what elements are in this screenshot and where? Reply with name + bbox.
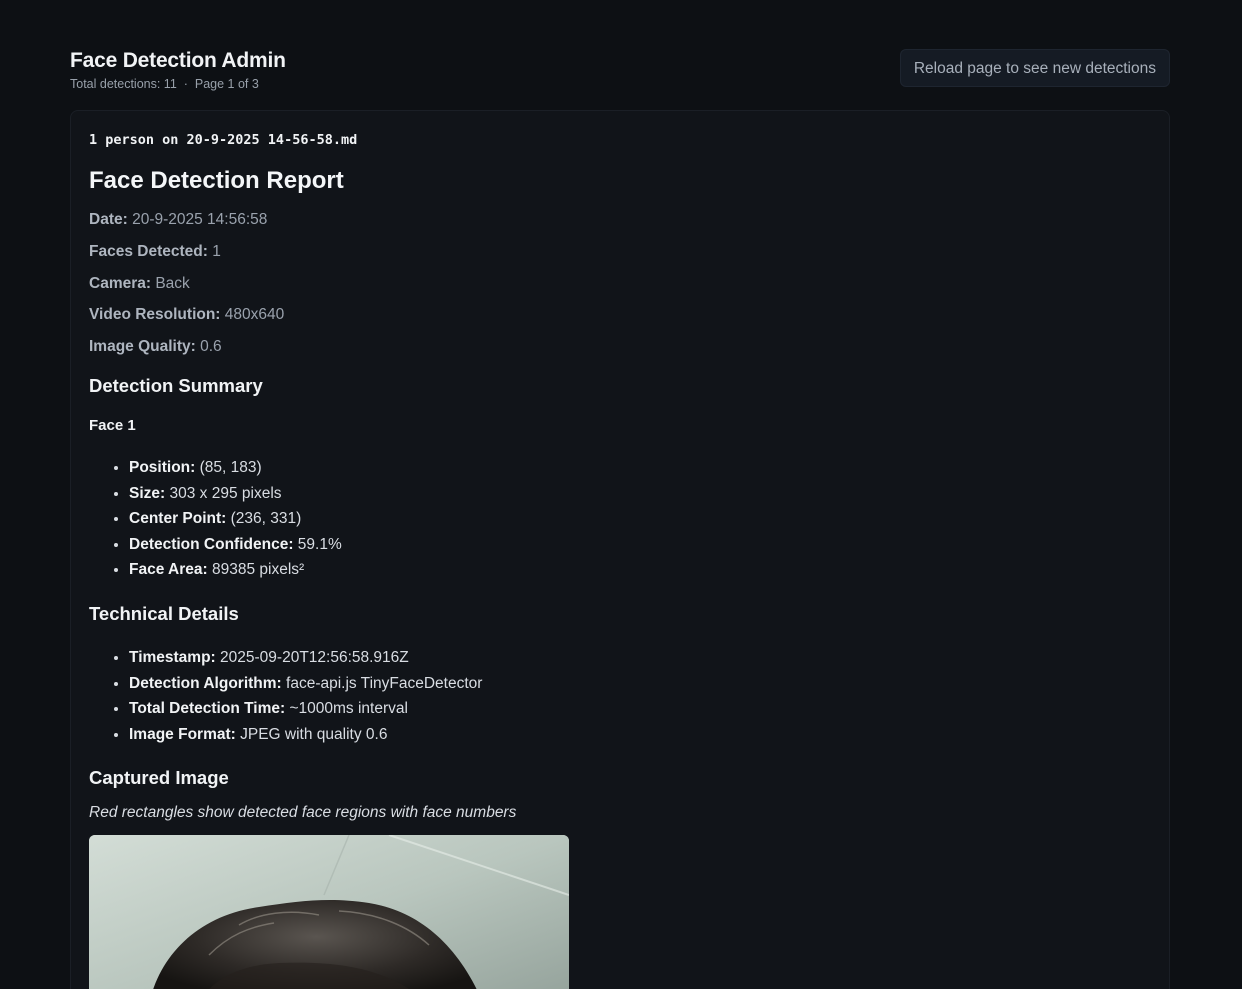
list-item: Detection Confidence: 59.1%: [129, 532, 342, 558]
face-1-properties: Position: (85, 183) Size: 303 x 295 pixe…: [89, 455, 342, 583]
list-item: Image Format: JPEG with quality 0.6: [129, 722, 482, 748]
list-item: Detection Algorithm: face-api.js TinyFac…: [129, 671, 482, 697]
list-item: Size: 303 x 295 pixels: [129, 481, 342, 507]
captured-image-heading: Captured Image: [89, 767, 229, 788]
meta-faces-detected: Faces Detected: 1: [89, 243, 221, 260]
page-header: Face Detection Admin Total detections: 1…: [70, 48, 1170, 98]
detections-summary: Total detections: 11 · Page 1 of 3: [70, 77, 259, 91]
meta-date: Date: 20-9-2025 14:56:58: [89, 211, 268, 228]
detection-summary-heading: Detection Summary: [89, 375, 263, 396]
list-item: Timestamp: 2025-09-20T12:56:58.916Z: [129, 645, 482, 671]
admin-page: Face Detection Admin Total detections: 1…: [0, 0, 1242, 989]
captured-image: [89, 835, 569, 989]
meta-camera: Camera: Back: [89, 275, 190, 292]
captured-photo-illustration: [89, 835, 569, 989]
technical-details-heading: Technical Details: [89, 603, 239, 624]
list-item: Total Detection Time: ~1000ms interval: [129, 696, 482, 722]
subline-separator: ·: [183, 77, 188, 91]
report-filename: 1 person on 20-9-2025 14-56-58.md: [89, 132, 358, 148]
report-title: Face Detection Report: [89, 167, 344, 194]
meta-video-resolution: Video Resolution: 480x640: [89, 306, 285, 323]
reload-button[interactable]: Reload page to see new detections: [899, 49, 1170, 87]
meta-image-quality: Image Quality: 0.6: [89, 338, 222, 355]
detection-report-card: 1 person on 20-9-2025 14-56-58.md Face D…: [70, 110, 1170, 989]
face-1-heading: Face 1: [89, 417, 136, 434]
page-info: Page 1 of 3: [194, 77, 259, 91]
total-detections: Total detections: 11: [70, 77, 177, 91]
image-caption: Red rectangles show detected face region…: [89, 804, 517, 821]
list-item: Face Area: 89385 pixels²: [129, 557, 342, 583]
technical-properties: Timestamp: 2025-09-20T12:56:58.916Z Dete…: [89, 645, 482, 747]
list-item: Center Point: (236, 331): [129, 506, 342, 532]
page-title: Face Detection Admin: [70, 49, 286, 72]
list-item: Position: (85, 183): [129, 455, 342, 481]
